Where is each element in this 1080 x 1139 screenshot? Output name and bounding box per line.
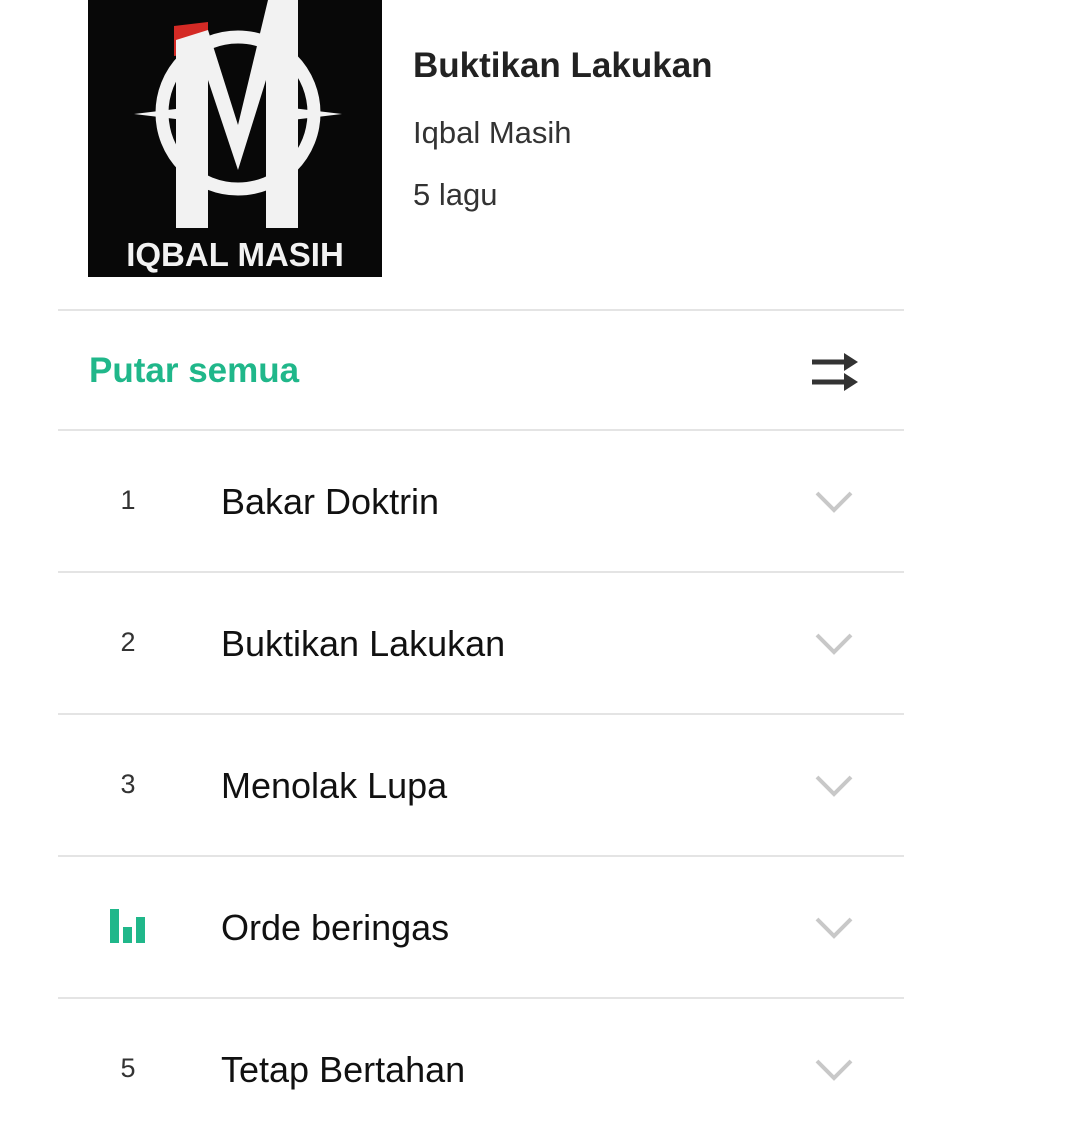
cover-text: IQBAL MASIH xyxy=(126,236,344,273)
track-row-playing[interactable]: Orde beringas xyxy=(58,857,904,997)
play-all-row: Putar semua xyxy=(58,311,904,429)
chevron-down-icon[interactable] xyxy=(814,1057,854,1083)
album-artist[interactable]: Iqbal Masih xyxy=(413,115,572,151)
album-cover[interactable]: IQBAL MASIH xyxy=(88,0,382,277)
track-count: 5 lagu xyxy=(413,177,498,212)
shuffle-icon[interactable] xyxy=(808,351,860,393)
chevron-down-icon[interactable] xyxy=(814,631,854,657)
track-number: 2 xyxy=(120,627,136,657)
track-title: Buktikan Lakukan xyxy=(221,623,506,664)
track-number: 5 xyxy=(120,1053,136,1083)
now-playing-equalizer-icon xyxy=(110,909,146,945)
chevron-down-icon[interactable] xyxy=(814,489,854,515)
track-title: Tetap Bertahan xyxy=(221,1049,466,1090)
track-row[interactable]: 3 Menolak Lupa xyxy=(58,715,904,855)
track-title: Menolak Lupa xyxy=(221,765,448,806)
chevron-down-icon[interactable] xyxy=(814,773,854,799)
track-row[interactable]: 5 Tetap Bertahan xyxy=(58,999,904,1139)
chevron-down-icon[interactable] xyxy=(814,915,854,941)
album-header: IQBAL MASIH Buktikan Lakukan Iqbal Masih… xyxy=(58,0,904,309)
album-panel: IQBAL MASIH Buktikan Lakukan Iqbal Masih… xyxy=(58,0,904,1090)
album-cover-art: IQBAL MASIH xyxy=(88,0,382,277)
album-title: Buktikan Lakukan xyxy=(413,46,713,85)
track-title: Bakar Doktrin xyxy=(221,481,440,522)
track-number: 3 xyxy=(120,769,136,799)
track-row[interactable]: 1 Bakar Doktrin xyxy=(58,431,904,571)
track-row[interactable]: 2 Buktikan Lakukan xyxy=(58,573,904,713)
track-number: 1 xyxy=(120,485,136,515)
track-title: Orde beringas xyxy=(221,907,450,948)
play-all-button[interactable]: Putar semua xyxy=(89,351,299,391)
track-list: 1 Bakar Doktrin 2 Buktikan Lakukan 3 Men… xyxy=(58,431,904,1139)
